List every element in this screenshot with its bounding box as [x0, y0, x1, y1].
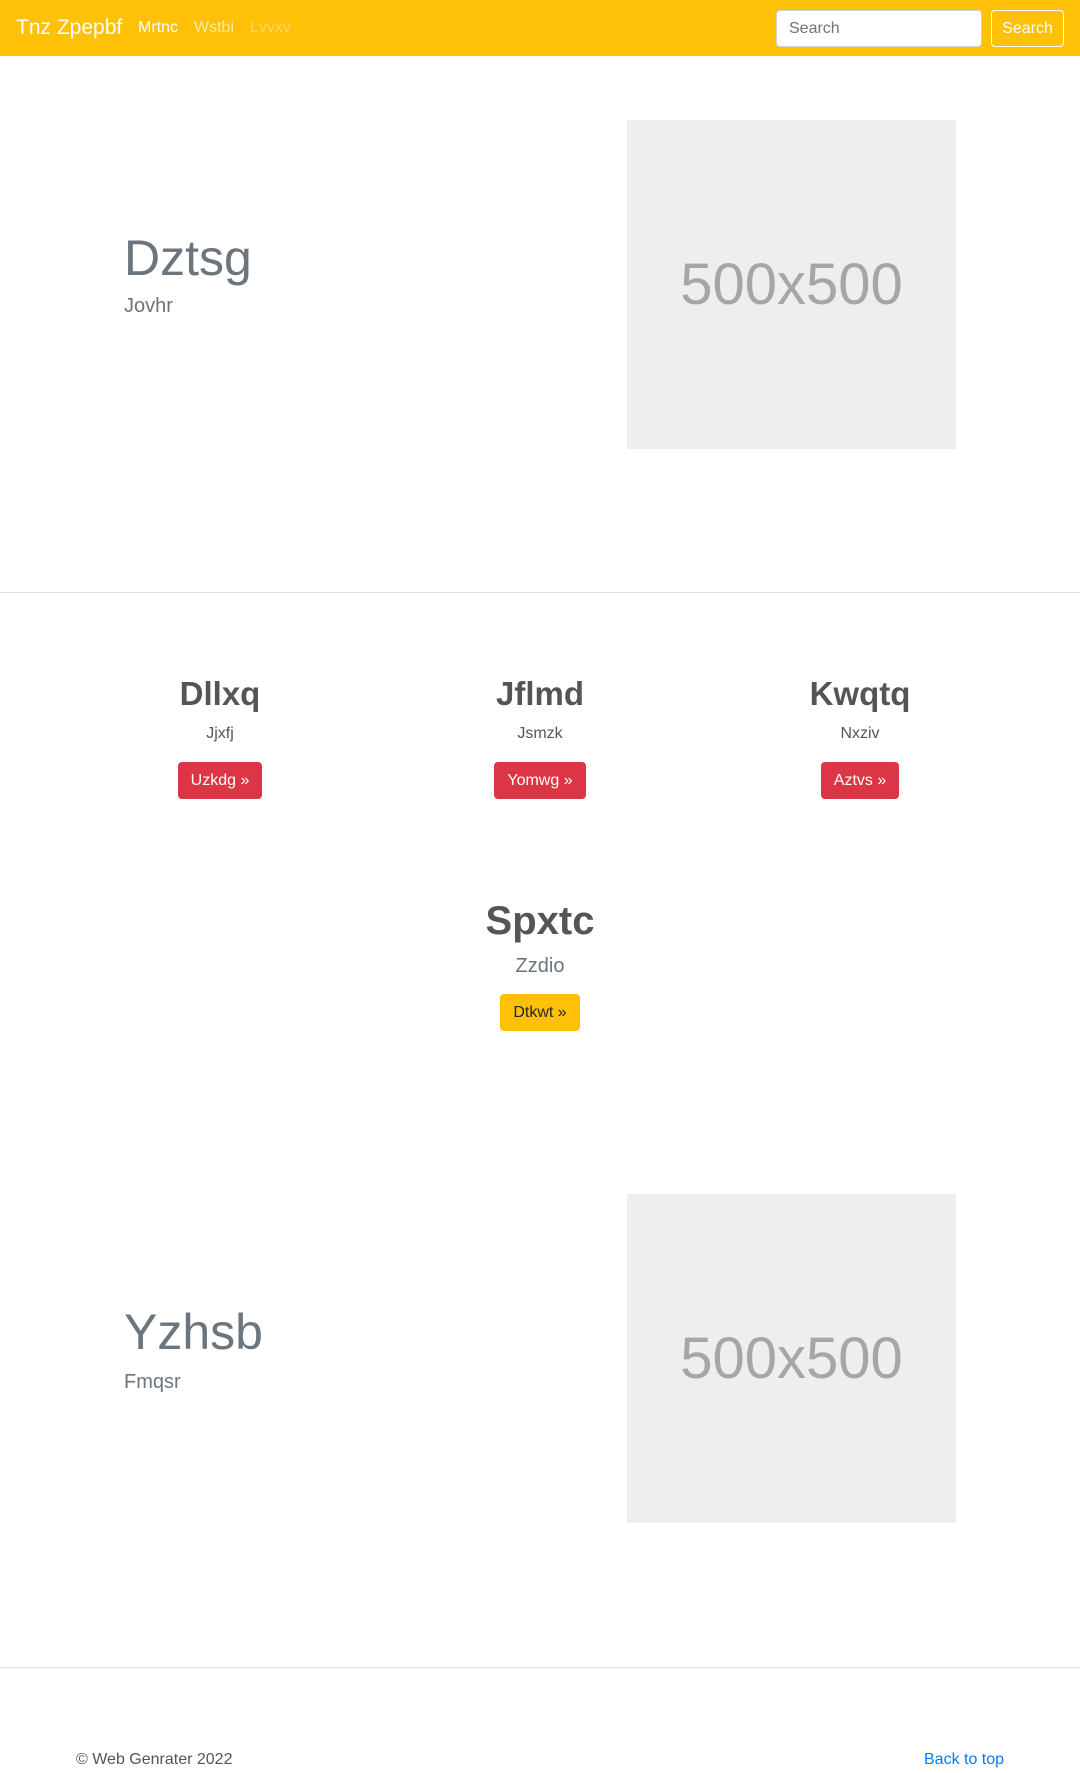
feature-1-subtitle: Jjxfj: [206, 725, 234, 742]
hero2-image-placeholder: 500x500: [627, 1194, 956, 1523]
back-to-top-link[interactable]: Back to top: [924, 1750, 1004, 1770]
hero2-image-label: 500x500: [680, 1326, 903, 1391]
hero1-image-placeholder: 500x500: [627, 120, 956, 449]
search-input[interactable]: [776, 10, 982, 47]
footer-copyright: © Web Genrater 2022: [76, 1751, 233, 1768]
feature-1-button[interactable]: Uzkdg »: [177, 762, 263, 799]
hero1-title: Dztsg: [124, 230, 252, 286]
nav-link-wstbi[interactable]: Wstbi: [194, 18, 234, 38]
feature-3-title: Kwqtq: [809, 675, 911, 712]
feature-column-3: Kwqtq Nxziv Aztvs »: [720, 674, 1000, 799]
center-feature-subtitle: Zzdio: [515, 955, 565, 977]
hero2-title: Yzhsb: [124, 1304, 263, 1360]
brand-link[interactable]: Tnz Zpepbf: [16, 14, 122, 42]
nav-link-mrtnc[interactable]: Mrtnc: [138, 18, 178, 38]
feature-column-1: Dllxq Jjxfj Uzkdg »: [80, 674, 360, 799]
center-feature-title: Spxtc: [485, 899, 595, 943]
feature-2-button[interactable]: Yomwg »: [494, 762, 586, 799]
page: Tnz Zpepbf Mrtnc Wstbi Lvvxv Search Dzts…: [0, 0, 1080, 1773]
nav-link-lvvxv[interactable]: Lvvxv: [250, 18, 291, 38]
section-divider-bottom: [0, 1667, 1080, 1668]
feature-2-subtitle: Jsmzk: [517, 725, 563, 742]
feature-column-2: Jflmd Jsmzk Yomwg »: [400, 674, 680, 799]
search-button[interactable]: Search: [991, 10, 1064, 47]
center-feature-button[interactable]: Dtkwt »: [500, 994, 580, 1031]
hero2-subtitle: Fmqsr: [124, 1371, 181, 1393]
center-feature: Spxtc Zzdio Dtkwt »: [0, 898, 1080, 1031]
feature-3-subtitle: Nxziv: [840, 725, 880, 742]
section-divider-top: [0, 592, 1080, 593]
navbar: Tnz Zpepbf Mrtnc Wstbi Lvvxv Search: [0, 0, 1080, 56]
hero1-image-label: 500x500: [680, 252, 903, 317]
feature-3-button[interactable]: Aztvs »: [820, 762, 900, 799]
hero1-subtitle: Jovhr: [124, 295, 173, 317]
feature-2-title: Jflmd: [495, 675, 584, 712]
nav-links: Mrtnc Wstbi Lvvxv: [138, 18, 291, 38]
feature-1-title: Dllxq: [179, 675, 261, 712]
